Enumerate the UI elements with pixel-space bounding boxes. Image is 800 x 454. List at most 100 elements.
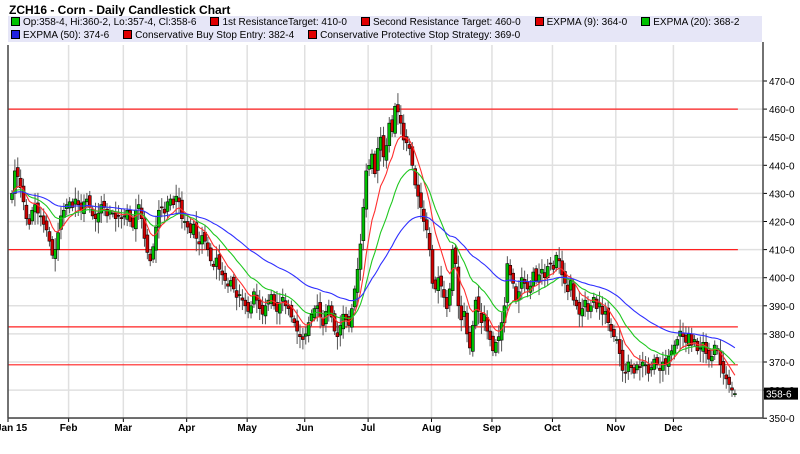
candle — [257, 299, 262, 309]
candle — [185, 221, 190, 228]
candle — [430, 249, 435, 284]
candle — [134, 209, 138, 230]
candle — [551, 265, 556, 270]
candle — [15, 167, 20, 177]
candle — [220, 270, 225, 276]
candle — [629, 365, 634, 368]
candle — [44, 220, 49, 231]
candle — [499, 322, 504, 341]
candle — [540, 268, 544, 274]
candle — [24, 204, 29, 219]
candle — [303, 333, 308, 337]
candle — [85, 198, 89, 203]
candle — [724, 374, 729, 380]
candle — [298, 334, 302, 338]
candle — [459, 305, 464, 321]
candle — [27, 218, 32, 225]
candle — [632, 367, 636, 374]
x-tick-label: Aug — [422, 423, 441, 434]
candle — [260, 304, 265, 315]
candle — [373, 153, 377, 175]
candle — [649, 367, 654, 371]
candle — [301, 336, 305, 340]
candle — [568, 280, 573, 291]
y-tick-label: 410-0 — [769, 246, 795, 257]
candle — [695, 340, 700, 352]
candle — [119, 217, 124, 219]
candle — [733, 393, 737, 395]
candle — [661, 361, 665, 371]
ema-line — [11, 168, 736, 365]
candle — [168, 198, 173, 206]
candle — [111, 212, 115, 215]
candle — [479, 312, 484, 323]
candle — [145, 234, 150, 253]
candle — [321, 318, 325, 326]
candle — [672, 344, 677, 355]
candle — [531, 271, 536, 287]
candle — [614, 339, 619, 341]
candle — [136, 204, 141, 209]
candle — [675, 339, 680, 346]
candle — [514, 286, 518, 301]
candle — [491, 335, 495, 352]
candle — [589, 305, 593, 312]
candle — [318, 302, 322, 318]
candlestick-chart: 350-0360-0370-0380-0390-0400-0410-0420-0… — [0, 42, 798, 434]
candle — [246, 302, 250, 312]
candle — [580, 308, 585, 317]
candle — [263, 305, 268, 317]
candle — [525, 281, 530, 290]
y-tick-label: 370-0 — [769, 358, 795, 369]
candle — [407, 144, 412, 149]
candle — [226, 283, 230, 287]
candle — [612, 329, 616, 338]
candle — [640, 361, 645, 367]
candle — [243, 299, 248, 307]
candle — [442, 289, 446, 298]
candle — [494, 342, 498, 353]
candle — [338, 325, 343, 336]
candle — [387, 122, 392, 146]
candle — [165, 201, 170, 212]
candle — [269, 294, 274, 304]
candle — [574, 299, 579, 307]
x-tick-label: May — [237, 423, 257, 434]
candle — [586, 303, 590, 312]
candle — [174, 195, 178, 202]
x-tick-label: Sep — [483, 423, 501, 434]
candle — [643, 364, 648, 367]
x-tick-label: Apr — [178, 423, 195, 434]
x-tick-label: Mar — [114, 423, 132, 434]
candle — [367, 165, 371, 170]
candle — [620, 349, 625, 371]
last-price-label: 358-6 — [766, 390, 792, 401]
candle — [249, 305, 253, 314]
candle — [171, 198, 176, 205]
candle — [33, 204, 37, 213]
candle — [131, 217, 135, 228]
candle — [416, 184, 420, 197]
x-tick-label: Jan 15 — [0, 423, 28, 434]
candle — [76, 200, 81, 205]
candle — [177, 197, 181, 203]
candle — [669, 350, 674, 355]
candle — [381, 135, 386, 158]
candle — [396, 104, 400, 113]
candle — [560, 260, 564, 276]
candle — [344, 313, 348, 321]
candle — [280, 297, 285, 302]
y-tick-label: 440-0 — [769, 161, 795, 172]
candle — [122, 215, 127, 218]
candle — [223, 272, 227, 281]
candles — [10, 93, 737, 398]
y-tick-label: 350-0 — [769, 414, 795, 425]
candle — [646, 364, 651, 374]
candle — [419, 192, 423, 208]
x-tick-label: Nov — [606, 423, 625, 434]
candle — [50, 239, 55, 256]
candle — [519, 277, 524, 289]
candle — [468, 331, 472, 349]
candle — [557, 258, 562, 262]
candle — [577, 302, 582, 315]
